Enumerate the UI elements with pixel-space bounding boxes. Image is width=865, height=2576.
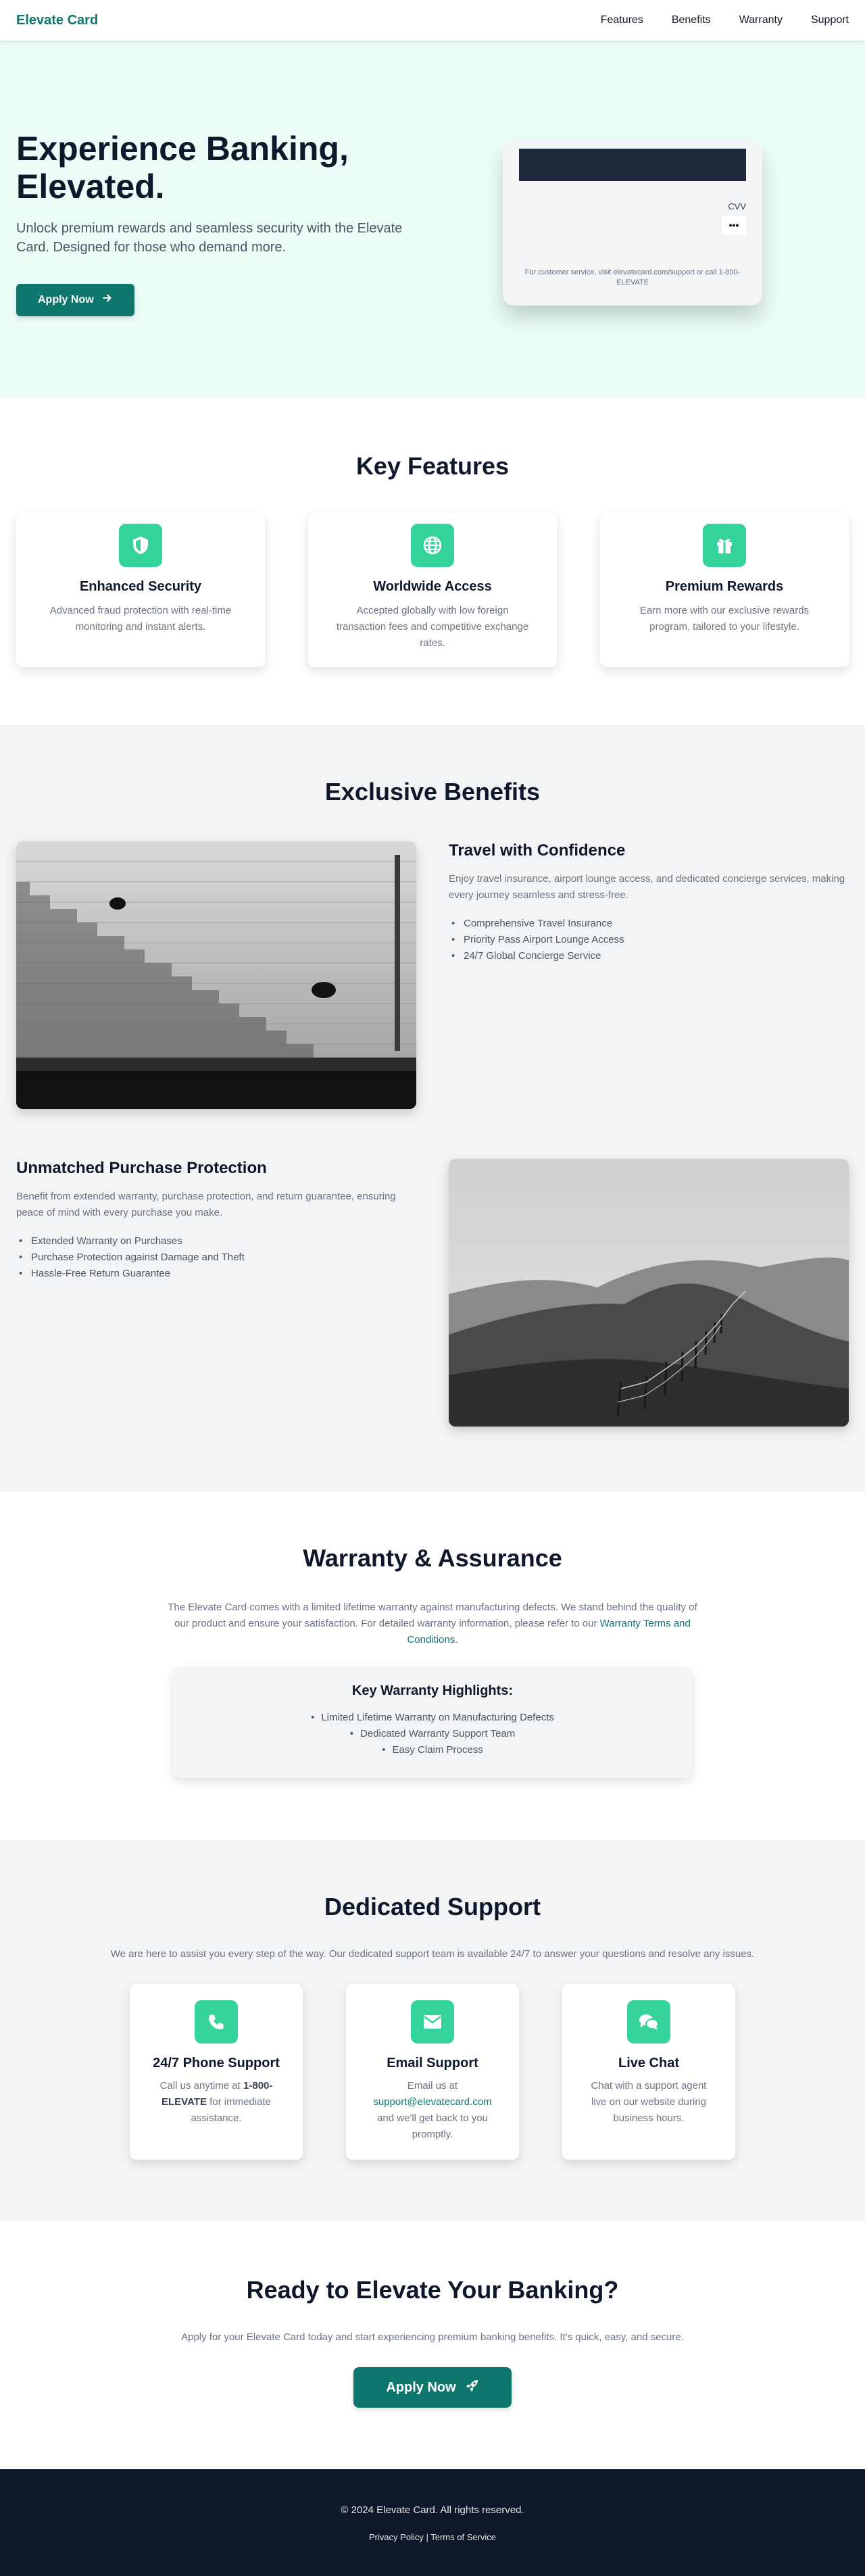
support-card-title: Email Support [387, 2056, 478, 2071]
features-grid: Enhanced Security Advanced fraud protect… [16, 513, 849, 667]
arrow-right-icon [102, 293, 113, 307]
card-magnetic-strip [519, 148, 746, 181]
nav-link-support[interactable]: Support [811, 14, 849, 26]
list-item: Comprehensive Travel Insurance [449, 916, 849, 932]
hero-subtitle: Unlock premium rewards and seamless secu… [16, 220, 403, 255]
benefit-row-travel: Travel with Confidence Enjoy travel insu… [16, 841, 849, 1109]
benefit-list: Comprehensive Travel Insurance Priority … [449, 916, 849, 964]
terms-of-service-link[interactable]: Terms of Service [430, 2532, 496, 2542]
gift-icon [703, 524, 746, 567]
warranty-highlights-box: Key Warranty Highlights: Limited Lifetim… [173, 1667, 692, 1778]
support-grid: 24/7 Phone Support Call us anytime at 1-… [16, 1984, 849, 2160]
cta-apply-label: Apply Now [386, 2379, 456, 2395]
brand-logo-link[interactable]: Elevate Card [16, 13, 98, 28]
privacy-policy-link[interactable]: Privacy Policy [369, 2532, 424, 2542]
warranty-highlights-title: Key Warranty Highlights: [351, 1683, 514, 1698]
warranty-title: Warranty & Assurance [303, 1544, 562, 1572]
phone-icon [195, 2000, 238, 2044]
support-intro: We are here to assist you every step of … [110, 1948, 755, 1960]
stairs-photo [16, 841, 416, 1109]
chat-icon [627, 2000, 670, 2044]
support-card-text: Call us anytime at 1-800-ELEVATE for imm… [130, 2078, 303, 2127]
support-card-title: 24/7 Phone Support [153, 2056, 280, 2071]
cta-apply-button[interactable]: Apply Now [353, 2367, 512, 2408]
benefit-description: Enjoy travel insurance, airport lounge a… [449, 873, 845, 901]
support-section: Dedicated Support We are here to assist … [0, 1840, 865, 2221]
support-text-part: and we'll get back to you promptly. [377, 2112, 488, 2140]
benefits-title: Exclusive Benefits [324, 778, 541, 806]
nav-links: Features Benefits Warranty Support [601, 14, 849, 26]
list-item: Limited Lifetime Warranty on Manufacturi… [173, 1710, 692, 1726]
feature-text: Accepted globally with low foreign trans… [336, 605, 529, 649]
support-text-part: Call us anytime at [159, 2080, 244, 2091]
features-section: Key Features Enhanced Security Advanced … [0, 398, 865, 725]
list-item: Dedicated Warranty Support Team [173, 1726, 692, 1742]
support-card-email: Email Support Email us at support@elevat… [346, 1984, 519, 2160]
nav-link-warranty[interactable]: Warranty [739, 14, 783, 26]
nav-link-features[interactable]: Features [601, 14, 643, 26]
globe-icon [411, 524, 454, 567]
feature-title: Enhanced Security [79, 579, 202, 594]
envelope-icon [411, 2000, 454, 2044]
shield-icon [119, 524, 162, 567]
list-item: Extended Warranty on Purchases [16, 1233, 416, 1249]
benefit-description: Benefit from extended warranty, purchase… [16, 1191, 396, 1218]
feature-card-rewards: Premium Rewards Earn more with our exclu… [600, 513, 849, 667]
feature-text: Advanced fraud protection with real-time… [49, 605, 232, 633]
list-item: Purchase Protection against Damage and T… [16, 1249, 416, 1266]
support-card-chat: Live Chat Chat with a support agent live… [562, 1984, 735, 2160]
credit-card-back: CVV ••• For customer service, visit elev… [503, 140, 762, 305]
hero-section: Experience Banking, Elevated. Unlock pre… [0, 41, 865, 398]
warranty-intro-suffix: . [455, 1634, 458, 1645]
rocket-icon [466, 2379, 479, 2396]
cta-section: Ready to Elevate Your Banking? Apply for… [0, 2221, 865, 2469]
feature-text: Earn more with our exclusive rewards pro… [639, 605, 810, 633]
feature-card-worldwide: Worldwide Access Accepted globally with … [308, 513, 557, 667]
cta-title: Ready to Elevate Your Banking? [246, 2276, 619, 2304]
support-title: Dedicated Support [324, 1893, 541, 1921]
benefit-row-protection: Unmatched Purchase Protection Benefit fr… [16, 1159, 849, 1427]
support-text-part: Email us at [407, 2080, 458, 2091]
support-card-text: Chat with a support agent live on our we… [591, 2080, 707, 2124]
list-item: 24/7 Global Concierge Service [449, 948, 849, 964]
benefit-title: Travel with Confidence [449, 841, 626, 860]
feature-card-security: Enhanced Security Advanced fraud protect… [16, 513, 265, 667]
footer: © 2024 Elevate Card. All rights reserved… [0, 2469, 865, 2576]
warranty-intro: The Elevate Card comes with a limited li… [168, 1600, 697, 1648]
hero-apply-button[interactable]: Apply Now [16, 283, 134, 316]
benefit-list: Extended Warranty on Purchases Purchase … [16, 1233, 416, 1282]
feature-title: Worldwide Access [373, 579, 492, 594]
benefit-protection-text: Unmatched Purchase Protection Benefit fr… [16, 1159, 416, 1427]
benefit-travel-text: Travel with Confidence Enjoy travel insu… [449, 841, 849, 1109]
card-service-note: For customer service, visit elevatecard.… [524, 268, 741, 287]
warranty-highlights-list: Limited Lifetime Warranty on Manufacturi… [173, 1710, 692, 1758]
list-item: Hassle-Free Return Guarantee [16, 1266, 416, 1282]
warranty-section: Warranty & Assurance The Elevate Card co… [0, 1491, 865, 1840]
card-cvv-label: CVV [728, 201, 746, 212]
support-email-link[interactable]: support@elevatecard.com [373, 2096, 491, 2108]
top-navbar: Elevate Card Features Benefits Warranty … [0, 0, 865, 41]
support-card-title: Live Chat [618, 2056, 680, 2071]
hero-title: Experience Banking, Elevated. [16, 129, 349, 205]
nav-link-benefits[interactable]: Benefits [672, 14, 711, 26]
benefit-title: Unmatched Purchase Protection [16, 1159, 267, 1177]
card-cvv-value: ••• [722, 216, 746, 235]
footer-separator: | [423, 2532, 431, 2542]
hero-apply-label: Apply Now [38, 293, 94, 305]
list-item: Priority Pass Airport Lounge Access [449, 932, 849, 948]
features-title: Key Features [355, 452, 510, 480]
support-card-phone: 24/7 Phone Support Call us anytime at 1-… [130, 1984, 303, 2160]
hero-content: Experience Banking, Elevated. Unlock pre… [16, 130, 416, 316]
support-card-text: Email us at support@elevatecard.com and … [346, 2078, 519, 2143]
hills-fence-photo [449, 1159, 849, 1427]
list-item: Easy Claim Process [173, 1742, 692, 1758]
footer-links: Privacy Policy | Terms of Service [0, 2532, 865, 2542]
footer-copyright: © 2024 Elevate Card. All rights reserved… [341, 2504, 524, 2516]
cta-intro: Apply for your Elevate Card today and st… [181, 2331, 684, 2343]
feature-title: Premium Rewards [665, 579, 784, 594]
hero-card-wrapper: CVV ••• For customer service, visit elev… [416, 140, 849, 305]
benefits-section: Exclusive Benefits Travel with Confidenc… [0, 725, 865, 1491]
